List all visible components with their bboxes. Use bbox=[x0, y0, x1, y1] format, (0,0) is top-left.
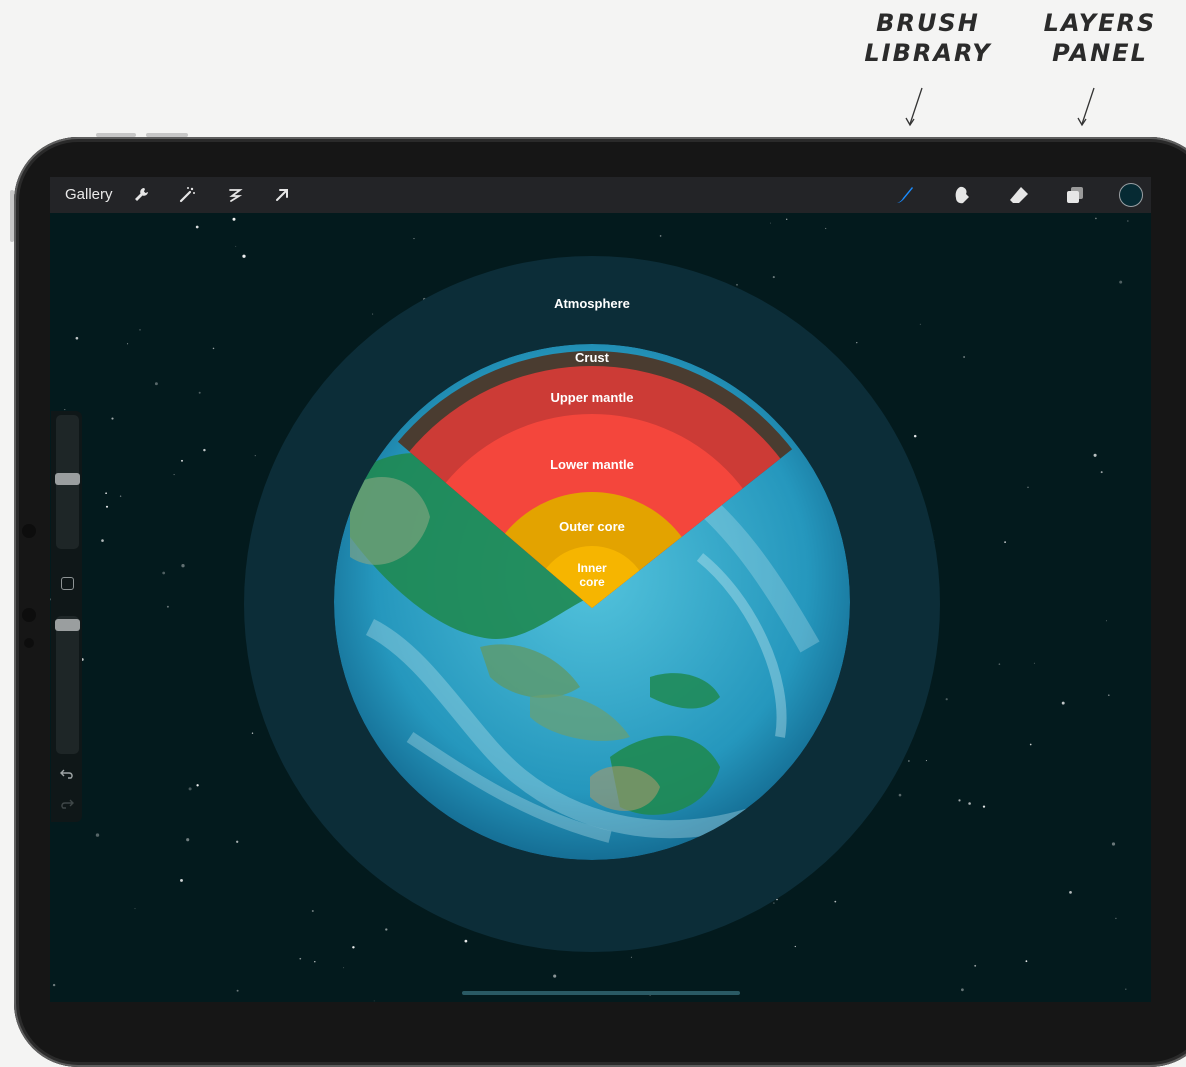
outer-core-label: Outer core bbox=[559, 519, 625, 534]
transform-arrow-icon[interactable] bbox=[270, 183, 294, 207]
atmosphere-label: Atmosphere bbox=[554, 296, 630, 311]
brush-library-annotation: BRUSH LIBRARY bbox=[864, 9, 992, 67]
pencil-magnet-dot bbox=[22, 524, 36, 538]
inner-core-label-line1: Inner bbox=[577, 561, 607, 575]
pencil-magnet-dot bbox=[24, 638, 34, 648]
layers-icon[interactable] bbox=[1063, 183, 1087, 207]
smudge-icon[interactable] bbox=[950, 183, 974, 207]
annotation-arrow-icon bbox=[905, 87, 923, 127]
brush-icon[interactable] bbox=[893, 183, 917, 207]
modify-button[interactable] bbox=[61, 577, 74, 590]
brush-opacity-handle[interactable] bbox=[55, 619, 80, 631]
magic-wand-icon[interactable] bbox=[175, 183, 199, 207]
upper-mantle-label: Upper mantle bbox=[550, 390, 633, 405]
redo-icon[interactable] bbox=[60, 797, 74, 811]
gallery-button[interactable]: Gallery bbox=[65, 186, 113, 203]
brush-opacity-slider[interactable] bbox=[56, 616, 79, 754]
earth-layers-diagram[interactable]: Atmosphere Crust Upper mantle Lower mant… bbox=[50, 177, 1151, 1002]
crust-label: Crust bbox=[575, 350, 610, 365]
layers-panel-annotation: LAYERS PANEL bbox=[1043, 9, 1157, 67]
selection-icon[interactable] bbox=[223, 183, 247, 207]
wrench-icon[interactable] bbox=[129, 183, 153, 207]
lower-mantle-label: Lower mantle bbox=[550, 457, 634, 472]
undo-icon[interactable] bbox=[60, 767, 74, 781]
left-sidebar bbox=[51, 411, 82, 822]
inner-core-label-line2: core bbox=[579, 575, 605, 589]
home-indicator[interactable] bbox=[462, 991, 740, 995]
color-picker-swatch[interactable] bbox=[1119, 183, 1143, 207]
pencil-magnet-dot bbox=[22, 608, 36, 622]
top-toolbar: Gallery bbox=[50, 177, 1151, 213]
brush-size-handle[interactable] bbox=[55, 473, 80, 485]
annotation-arrow-icon bbox=[1077, 87, 1095, 127]
eraser-icon[interactable] bbox=[1007, 183, 1031, 207]
procreate-canvas-screen: Atmosphere Crust Upper mantle Lower mant… bbox=[50, 177, 1151, 1002]
